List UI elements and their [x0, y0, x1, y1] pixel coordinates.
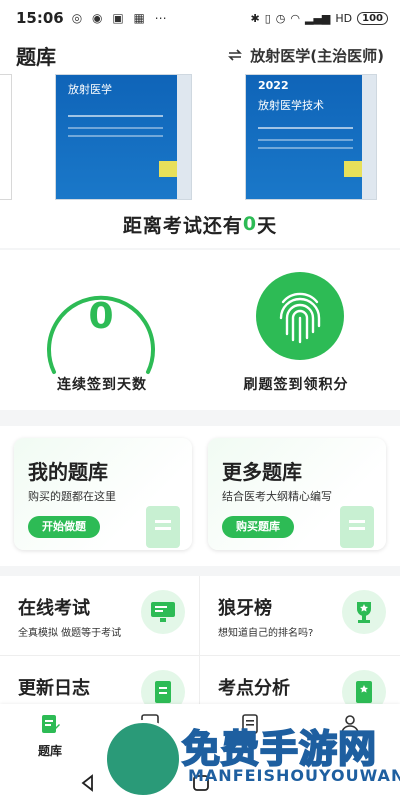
feature-title: 考点分析 [218, 678, 290, 699]
feature-title: 更新日志 [18, 678, 90, 699]
book-text-lines [68, 115, 163, 117]
site-watermark: 免费手游网 MANFEISHOUYOUWANG [104, 716, 400, 798]
feature-title: 在线考试 [18, 598, 90, 619]
book-banner[interactable]: 放射医学 2022 放射医学技术 [0, 74, 400, 200]
watermark-subtext: MANFEISHOUYOUWANG [188, 766, 400, 785]
watermark-logo [104, 720, 182, 798]
streak-label: 连续签到天数 [57, 377, 147, 393]
book-cover[interactable]: 2022 放射医学技术 [245, 74, 377, 200]
card-title: 我的题库 [28, 460, 108, 484]
feature-subtitle: 想知道自己的排名吗? [218, 628, 314, 639]
streak-count: 0 [88, 296, 114, 337]
card-title: 更多题库 [222, 460, 302, 484]
document-icon [146, 506, 180, 548]
battery-icon: 100 [357, 11, 388, 25]
document-icon [340, 506, 374, 548]
top-header: 题库 放射医学(主治医师) [0, 36, 400, 74]
buy-bank-button[interactable]: 购买题库 [222, 516, 294, 538]
subject-label: 放射医学(主治医师) [250, 46, 384, 65]
signin-panel: 0 连续签到天数 刷题签到领积分 [0, 250, 400, 410]
feature-subtitle: 全真模拟 做题等于考试 [18, 628, 122, 639]
fingerprint-icon [279, 292, 321, 344]
book-cover-partial [0, 74, 12, 200]
signal-icon: ▂▄▆ [304, 11, 331, 25]
back-nav-icon[interactable] [80, 774, 96, 792]
countdown-days: 0 [242, 213, 258, 235]
status-bar: 15:06 ◎ ◉ ▣ ▦ ⋯ ✱ ▯ ◷ ◠ ▂▄▆ HD 100 [0, 0, 400, 36]
book-title: 放射医学技术 [258, 99, 324, 112]
start-practice-button[interactable]: 开始做题 [28, 516, 100, 538]
trophy-icon [342, 590, 386, 634]
bank-cards: 我的题库 购买的题都在这里 开始做题 更多题库 结合医考大纲精心编写 购买题库 [0, 426, 400, 566]
hd-indicator: HD [335, 11, 353, 25]
status-right: ✱ ▯ ◷ ◠ ▂▄▆ HD 100 [250, 11, 388, 25]
status-time: 15:06 [16, 9, 64, 27]
question-bank-icon [42, 715, 60, 733]
fingerprint-button[interactable] [256, 272, 344, 360]
subject-switch[interactable]: 放射医学(主治医师) [226, 45, 384, 66]
book-title: 放射医学 [68, 83, 112, 96]
book-spine [362, 75, 376, 199]
feature-title: 狼牙榜 [218, 598, 272, 619]
countdown-suffix: 天 [257, 214, 278, 237]
bluetooth-icon: ✱ [250, 11, 260, 25]
book-year: 2022 [258, 79, 289, 92]
alarm-icon: ◷ [275, 11, 286, 25]
book-spine [177, 75, 191, 199]
online-exam-item[interactable]: 在线考试 全真模拟 做题等于考试 [0, 576, 200, 656]
vibrate-icon: ▯ [264, 11, 271, 25]
countdown-prefix: 距离考试还有 [122, 214, 243, 237]
book-text-lines [258, 127, 353, 129]
watermark-text: 免费手游网 [181, 726, 378, 772]
card-subtitle: 结合医考大纲精心编写 [222, 490, 332, 503]
more-bank-card[interactable]: 更多题库 结合医考大纲精心编写 购买题库 [208, 438, 386, 550]
exam-countdown: 距离考试还有 0 天 [0, 200, 400, 248]
wifi-icon: ◠ [290, 11, 300, 25]
page-title: 题库 [16, 44, 56, 69]
card-subtitle: 购买的题都在这里 [28, 490, 116, 503]
tab-question-bank[interactable]: 题库 [20, 712, 80, 759]
switch-icon [228, 49, 243, 61]
leaderboard-item[interactable]: 狼牙榜 想知道自己的排名吗? [200, 576, 400, 656]
monitor-icon [141, 590, 185, 634]
notification-icons: ◎ ◉ ▣ ▦ ⋯ [71, 11, 170, 25]
my-bank-card[interactable]: 我的题库 购买的题都在这里 开始做题 [14, 438, 192, 550]
tab-label: 题库 [37, 744, 62, 758]
book-cover[interactable]: 放射医学 [55, 74, 192, 200]
practice-label: 刷题签到领积分 [243, 377, 349, 393]
